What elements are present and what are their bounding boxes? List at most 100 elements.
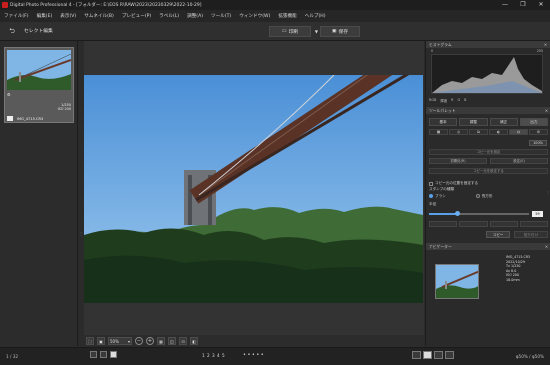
histogram-header: ヒストグラム ✕ [426,41,550,48]
paste-button[interactable]: 貼り付け [514,231,548,238]
menu-tools[interactable]: ツール(T) [211,13,231,19]
stamp-type-options: ブラシ 長方形 [429,194,548,199]
tab-correct[interactable]: 補正 [489,118,518,126]
actual-size-icon[interactable]: ▣ [97,337,105,345]
brush-option-1[interactable] [429,221,458,227]
settings-icon[interactable]: ⚙ [529,129,548,135]
thumbnail-image [7,50,71,90]
histogram-rgb-option[interactable]: RGB [429,98,436,103]
main-photo [84,75,423,303]
layout-buttons [90,351,117,358]
menu-file[interactable]: ファイル(F) [4,13,29,19]
select-edit-label[interactable]: セレクト編集 [24,27,53,34]
close-icon[interactable]: ✕ [544,41,547,48]
radio-rectangle[interactable]: 長方形 [475,194,493,199]
tab-output[interactable]: 出力 [519,118,548,126]
close-icon[interactable]: ✕ [545,243,548,250]
view-mode-1-icon[interactable] [412,351,421,359]
rating-stars[interactable]: ••••• [243,352,265,358]
compare-icon[interactable]: ◫ [168,337,176,345]
stamp-icon[interactable]: ⛭ [509,129,528,135]
lens-icon[interactable]: ◎ [449,129,468,135]
set-source-button[interactable]: コピー元を設定 [429,149,548,155]
navigator-thumbnail[interactable] [435,264,479,299]
save-icon: ▣ [331,29,337,34]
raw-badge-icon [7,116,13,121]
maximize-button[interactable]: ❐ [514,0,532,10]
radio-brush[interactable]: ブラシ [429,194,446,199]
brush-option-4[interactable] [519,221,548,227]
dust-icon[interactable]: ◐ [489,129,508,135]
toolpalette-tabs: 基本 調整 補正 出力 [429,118,548,126]
navigator-header: ナビゲーター ✕ [426,243,550,250]
size-value-input[interactable]: 59 [532,211,543,217]
close-button[interactable]: ✕ [532,0,550,10]
grid-icon[interactable]: ▦ [157,337,165,345]
layout-grid-icon[interactable] [90,351,97,358]
image-viewer[interactable] [84,41,424,335]
menu-window[interactable]: ウィンドウ(W) [239,13,270,19]
panel-collapse-icon[interactable]: ⋮ [79,231,83,236]
rgb-icon[interactable]: ▦ [429,129,448,135]
window-title: Digital Photo Professional 4 - [フォルダー: E… [10,3,202,8]
camera-icon[interactable] [445,351,454,359]
menu-adjust[interactable]: 調整(A) [187,13,203,19]
app-icon [2,2,8,8]
thumbnail-meta: 1/250 ISO 200 [57,103,71,112]
histogram-g-option[interactable]: G [457,98,460,103]
brush-option-2[interactable] [459,221,488,227]
view-mode-buttons [412,351,454,359]
histogram-controls: RGB 輝度 R G B [429,98,547,103]
main-toolbar: ⮌ セレクト編集 ▭ 印刷 ▼ ▣ 保存 [0,22,550,41]
brush-option-3[interactable] [489,221,518,227]
fix-source-checkbox[interactable]: コピー元の位置を固定する [429,181,478,186]
menu-view[interactable]: 表示(V) [60,13,76,19]
chevron-down-icon: ▾ [127,338,130,344]
reset-button[interactable]: 初期化(R) [429,158,487,164]
layout-single-icon[interactable] [110,351,117,358]
zoom-value: 50% [110,338,119,344]
minimize-button[interactable]: — [496,0,514,10]
layout-list-icon[interactable] [100,351,107,358]
size-slider-knob[interactable] [454,211,460,216]
settings-button[interactable]: 設定(S) [490,158,548,164]
menu-bar: ファイル(F) 編集(E) 表示(V) サムネイル(B) プレビュー(P) ラベ… [0,10,550,22]
print-button[interactable]: ▭ 印刷 ▼ [269,26,318,37]
label-buttons[interactable]: 1 2 3 4 5 [202,353,225,358]
histogram-r-option[interactable]: R [451,98,453,103]
checkbox-icon [429,181,433,186]
save-button[interactable]: ▣ 保存 [320,26,360,37]
view-mode-2-icon[interactable] [423,351,432,359]
back-arrow-icon[interactable]: ⮌ [6,26,18,36]
chevron-down-icon[interactable]: ▼ [315,29,318,34]
histogram-b-option[interactable]: B [464,98,466,103]
toolpalette-header: ツールパレット ✕ [426,107,550,114]
size-label: 半径 [429,202,437,206]
view-mode-3-icon[interactable] [434,351,443,359]
zoom-out-icon[interactable]: − [135,337,143,345]
histogram [431,54,543,94]
menu-extensions[interactable]: 拡張機能 [278,13,296,19]
menu-help[interactable]: ヘルプ(H) [305,13,326,19]
highlight-warning-icon[interactable]: ◧ [190,337,198,345]
menu-thumbnail[interactable]: サムネイル(B) [84,13,114,19]
size-slider[interactable] [429,211,529,216]
copy-button[interactable]: コピー [486,231,510,238]
af-point-icon[interactable]: ⊡ [179,337,187,345]
close-icon[interactable]: ✕ [545,107,548,114]
crop-icon[interactable]: ⧉ [469,129,488,135]
zoom-100-button[interactable]: 100% [529,140,547,146]
tab-adjust[interactable]: 調整 [459,118,488,126]
menu-edit[interactable]: 編集(E) [37,13,53,19]
histogram-luminance-option[interactable]: 輝度 [440,98,447,103]
fit-icon[interactable]: ⛶ [86,337,94,345]
menu-label[interactable]: ラベル(L) [159,13,179,19]
panel-collapse-icon[interactable]: ⋮ [546,190,550,195]
print-label: 印刷 [288,30,299,35]
thumbnail-item[interactable]: ⚙ 1/250 ISO 200 IMG_4715.CR3 [4,47,74,123]
copy-source-button[interactable]: コピー元を設定する [429,168,548,174]
tab-basic[interactable]: 基本 [429,118,458,126]
zoom-in-icon[interactable]: + [146,337,154,345]
zoom-select[interactable]: 50% ▾ [108,337,132,345]
menu-preview[interactable]: プレビュー(P) [122,13,151,19]
